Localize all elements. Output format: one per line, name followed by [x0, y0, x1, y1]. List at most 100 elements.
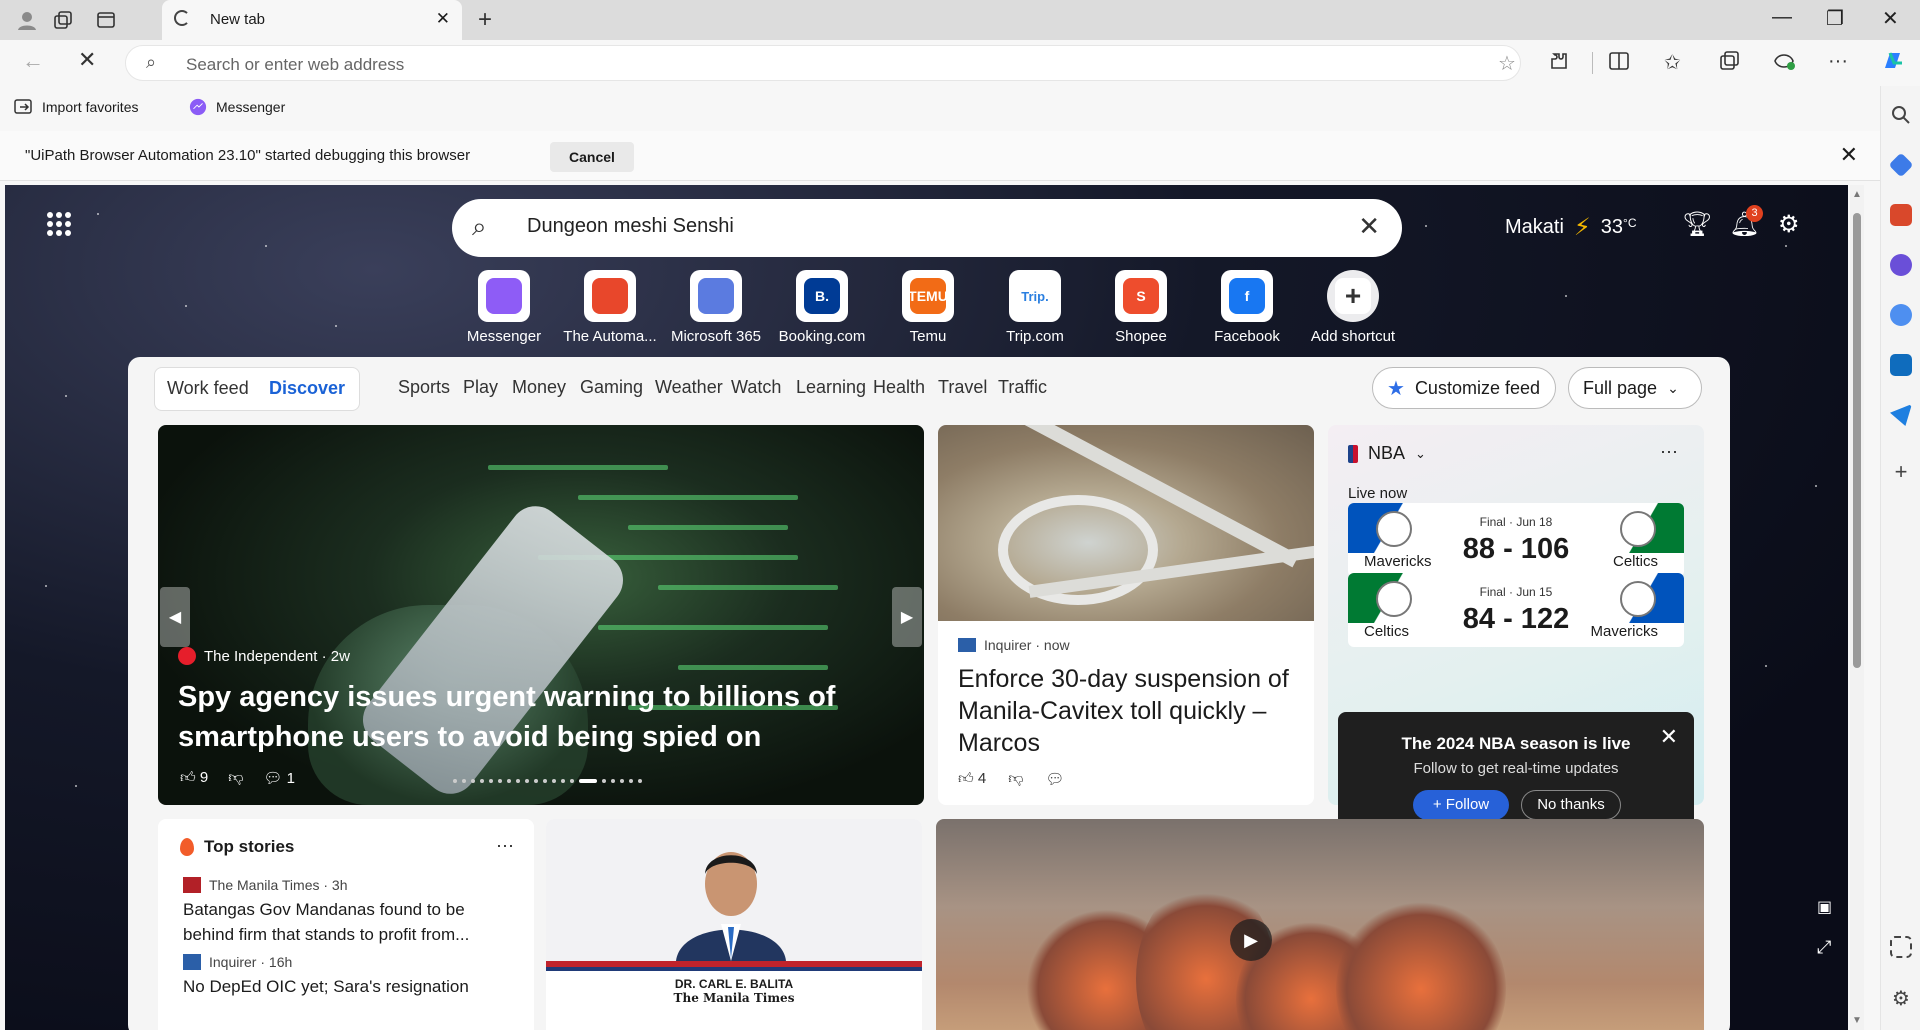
more-options-icon[interactable]: ··· — [1660, 441, 1678, 462]
feed-category-health[interactable]: Health — [873, 377, 925, 398]
microsoft365-icon[interactable] — [1890, 304, 1912, 326]
feed-category-learning[interactable]: Learning — [796, 377, 866, 398]
shortcut-label: Microsoft 365 — [670, 328, 762, 345]
feed-category-sports[interactable]: Sports — [398, 377, 450, 398]
games-icon[interactable] — [1890, 254, 1912, 276]
shortcut-tile[interactable]: The Automa... — [558, 270, 662, 345]
clear-search-icon[interactable]: ✕ — [1358, 211, 1380, 242]
add-sidebar-icon[interactable]: + — [1890, 461, 1912, 483]
shortcut-tile[interactable]: B. Booking.com — [770, 270, 874, 345]
previous-icon[interactable]: ◀ — [160, 587, 190, 647]
columnist-photo — [546, 819, 922, 961]
shortcut-tile[interactable]: + Add shortcut — [1301, 270, 1405, 345]
customize-feed-button[interactable]: ★ Customize feed — [1372, 367, 1556, 409]
like-button[interactable]: 👍︎ 4 — [958, 770, 986, 788]
cancel-button[interactable]: Cancel — [550, 142, 634, 172]
shortcut-tile[interactable]: S Shopee — [1089, 270, 1193, 345]
feed-category-play[interactable]: Play — [463, 377, 498, 398]
shortcut-tile[interactable]: f Facebook — [1195, 270, 1299, 345]
search-input[interactable]: Dungeon meshi Senshi — [527, 215, 734, 238]
tab-close-icon[interactable]: ✕ — [436, 9, 450, 29]
search-icon[interactable] — [1890, 104, 1912, 126]
screenshot-icon[interactable] — [1890, 936, 1912, 958]
game-score-card[interactable]: Final · Jun 15 84 - 122 Celtics Mavericks — [1348, 573, 1684, 647]
address-bar[interactable]: ⌕ Search or enter web address ☆ — [125, 45, 1521, 81]
browser-essentials-icon[interactable] — [1772, 50, 1796, 78]
carousel-dot — [525, 779, 529, 783]
like-button[interactable]: 👍︎ 9 — [180, 769, 208, 787]
expand-icon[interactable]: ⤢ — [1817, 937, 1831, 958]
comment-icon[interactable]: 💬︎ — [1045, 770, 1064, 788]
vertical-tabs-icon[interactable] — [95, 9, 117, 31]
feed-category-watch[interactable]: Watch — [731, 377, 781, 398]
page-settings-icon[interactable]: ⚙ — [1778, 210, 1800, 239]
tab-new-tab[interactable]: New tab ✕ — [162, 0, 462, 40]
inquirer-logo-icon — [958, 638, 976, 652]
workspaces-icon[interactable] — [52, 9, 74, 31]
rewards-icon[interactable]: 🏆︎ — [1682, 210, 1712, 239]
weather-widget[interactable]: Makati ⚡ 33°C — [1505, 213, 1636, 242]
story-headline[interactable]: Batangas Gov Mandanas found to be behind… — [183, 897, 513, 947]
sidebar-settings-icon[interactable]: ⚙ — [1890, 988, 1912, 1010]
comment-button[interactable]: 💬︎ 1 — [263, 769, 295, 787]
layout-dropdown[interactable]: Full page ⌄ — [1568, 367, 1702, 409]
new-tab-button[interactable]: + — [478, 6, 492, 34]
game-score-card[interactable]: Final · Jun 18 88 - 106 Mavericks Celtics — [1348, 503, 1684, 577]
more-options-icon[interactable]: ··· — [496, 835, 514, 856]
restore-icon[interactable]: ❐ — [1826, 6, 1844, 31]
scrollbar-thumb[interactable] — [1853, 213, 1861, 668]
shopping-tag-icon[interactable] — [1888, 152, 1914, 178]
shortcut-tile[interactable]: TEMU Temu — [876, 270, 980, 345]
shortcut-tile[interactable]: Trip. Trip.com — [983, 270, 1087, 345]
shortcut-logo-icon: Trip. — [1009, 270, 1061, 322]
feed-category-money[interactable]: Money — [512, 377, 566, 398]
stop-loading-icon[interactable]: ✕ — [78, 47, 96, 73]
outlook-icon[interactable] — [1890, 354, 1912, 376]
copilot-icon[interactable] — [1880, 48, 1906, 80]
shortcut-tile[interactable]: Messenger — [452, 270, 556, 345]
favorites-item-messenger[interactable]: Messenger — [188, 98, 285, 116]
nba-logo-icon — [1348, 444, 1358, 463]
close-infobar-icon[interactable]: ✕ — [1840, 142, 1858, 168]
send-icon[interactable] — [1890, 404, 1912, 426]
play-icon[interactable]: ▶ — [1230, 919, 1272, 961]
video-card[interactable]: ▶ — [936, 819, 1704, 1030]
story-headline[interactable]: Spy agency issues urgent warning to bill… — [178, 677, 878, 757]
favorites-icon[interactable]: ✩ — [1664, 50, 1681, 75]
close-window-icon[interactable]: ✕ — [1882, 6, 1899, 31]
favorite-star-icon[interactable]: ☆ — [1498, 51, 1516, 75]
extensions-icon[interactable] — [1548, 50, 1570, 78]
close-popup-icon[interactable]: ✕ — [1660, 724, 1678, 750]
apps-launcher-icon[interactable] — [47, 212, 71, 236]
favorites-item-import[interactable]: Import favorites — [14, 98, 138, 116]
dislike-icon[interactable]: 👎︎ — [228, 769, 243, 787]
next-icon[interactable]: ▶ — [892, 587, 922, 647]
feed-category-travel[interactable]: Travel — [938, 377, 987, 398]
web-search-box[interactable]: ⌕ Dungeon meshi Senshi ✕ — [452, 199, 1402, 257]
tools-icon[interactable] — [1890, 204, 1912, 226]
follow-button[interactable]: + Follow — [1413, 790, 1509, 820]
no-thanks-button[interactable]: No thanks — [1521, 790, 1621, 820]
feed-category-gaming[interactable]: Gaming — [580, 377, 643, 398]
dislike-icon[interactable]: 👎︎ — [1008, 770, 1023, 788]
story-headline[interactable]: Enforce 30-day suspension of Manila-Cavi… — [958, 663, 1298, 759]
tab-work-feed[interactable]: Work feed — [167, 378, 249, 399]
feed-category-weather[interactable]: Weather — [655, 377, 723, 398]
hero-story-card[interactable]: ◀ ▶ The Independent · 2w Spy agency issu… — [158, 425, 924, 805]
carousel-dots[interactable] — [453, 779, 642, 783]
shortcut-tile[interactable]: Microsoft 365 — [664, 270, 768, 345]
collections-icon[interactable] — [1718, 50, 1740, 78]
back-icon[interactable]: ← — [22, 48, 44, 74]
split-screen-icon[interactable] — [1608, 50, 1630, 78]
tab-discover[interactable]: Discover — [269, 378, 345, 399]
feed-category-traffic[interactable]: Traffic — [998, 377, 1047, 398]
page-scrollbar[interactable]: ▲ ▼ — [1850, 185, 1864, 1030]
nba-header[interactable]: NBA ⌄ — [1348, 443, 1426, 464]
background-info-icon[interactable]: ▣ — [1817, 897, 1832, 917]
story-headline[interactable]: No DepEd OIC yet; Sara's resignation — [183, 974, 513, 999]
story-card[interactable]: Inquirer · now Enforce 30-day suspension… — [938, 425, 1314, 805]
settings-more-icon[interactable]: ··· — [1828, 50, 1848, 73]
opinion-card[interactable]: DR. CARL E. BALITA The Manila Times — [546, 819, 922, 1030]
minimize-icon[interactable]: — — [1772, 6, 1792, 29]
profile-icon[interactable] — [16, 9, 38, 31]
